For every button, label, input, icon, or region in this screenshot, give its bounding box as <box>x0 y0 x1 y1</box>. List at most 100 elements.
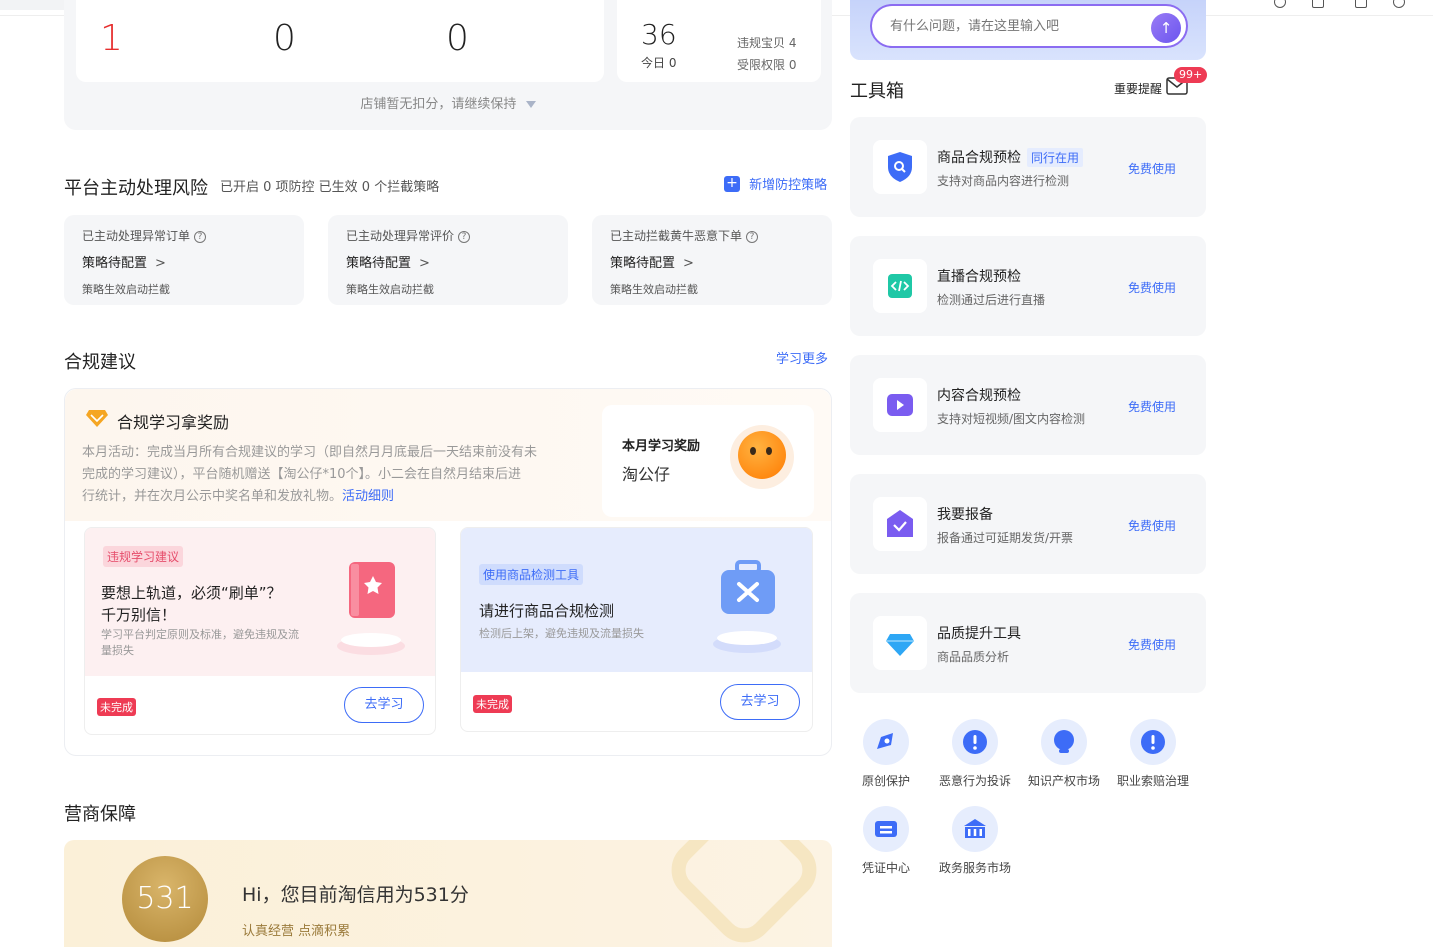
free-use-link[interactable]: 免费使用 <box>1128 398 1176 415</box>
learn-more-link[interactable]: 学习更多 <box>776 348 828 367</box>
diamond-reward-icon <box>85 408 109 432</box>
violation-learning-card[interactable]: 违规学习建议 要想上轨道，必须“刷单”？ 千万别信！ 学习平台判定原则及标准，避… <box>84 527 436 735</box>
tool-content-precheck[interactable]: 内容合规预检 支持对短视频/图文内容检测 免费使用 <box>850 355 1206 455</box>
tool-desc: 检测通过后进行直播 <box>937 293 1046 307</box>
tool-product-precheck[interactable]: 商品合规预检 同行在用 支持对商品内容进行检测 免费使用 <box>850 117 1206 217</box>
plus-icon: + <box>724 175 740 192</box>
quick-link-gov-service[interactable]: 政务服务市场 <box>930 806 1020 876</box>
add-strategy-label: 新增防控策略 <box>749 178 828 193</box>
quick-link-label: 凭证中心 <box>861 861 910 875</box>
card-title-line: 千万别信！ <box>101 606 177 624</box>
peer-using-tag: 同行在用 <box>1027 148 1084 167</box>
quick-link-label: 恶意行为投诉 <box>938 774 1011 788</box>
quick-link-label: 原创保护 <box>861 774 910 788</box>
question-icon[interactable]: ? <box>458 230 471 243</box>
add-strategy-button[interactable]: + 新增防控策略 <box>724 173 827 193</box>
quick-link-label: 职业索赔治理 <box>1116 774 1189 788</box>
credit-score-banner[interactable]: 531 Hi，您目前淘信用为531分 认真经营 点滴积累 <box>64 840 832 947</box>
quick-link-original-protection[interactable]: 原创保护 <box>841 719 931 789</box>
free-use-link[interactable]: 免费使用 <box>1128 517 1176 534</box>
toolbox-title: 工具箱 <box>850 81 904 102</box>
risk-card-note: 策略生效启动拦截 <box>82 283 170 296</box>
chevron-down-icon <box>525 101 536 108</box>
reward-desc-line: 行统计，并在次月公示中奖名单和发放礼物。 <box>82 489 343 504</box>
diamond-icon <box>873 616 927 670</box>
quick-link-label: 政务服务市场 <box>938 861 1011 875</box>
card-title: 请进行商品合规检测 <box>479 602 615 620</box>
pen-icon <box>863 719 909 765</box>
platform-risk-summary: 已开启 0 项防控 已生效 0 个拦截策略 <box>220 180 440 195</box>
quick-link-label: 知识产权市场 <box>1027 774 1100 788</box>
risk-card-note: 策略生效启动拦截 <box>346 283 434 296</box>
question-icon[interactable]: ? <box>194 230 207 243</box>
product-check-card[interactable]: 使用商品检测工具 请进行商品合规检测 检测后上架，避免违规及流量损失 未完成 去… <box>460 527 813 732</box>
deduct-note-text: 店铺暂无扣分，请继续保持 <box>360 97 517 112</box>
free-use-link[interactable]: 免费使用 <box>1128 160 1176 177</box>
incomplete-badge: 未完成 <box>473 695 512 713</box>
tool-live-precheck[interactable]: 直播合规预检 检测通过后进行直播 免费使用 <box>850 236 1206 336</box>
credit-greeting: Hi，您目前淘信用为531分 <box>242 884 469 906</box>
risk-card-status: 策略待配置 <box>610 256 676 271</box>
question-icon[interactable]: ? <box>746 230 759 243</box>
incomplete-badge: 未完成 <box>97 698 136 716</box>
credit-score: 531 <box>122 856 208 942</box>
taobao-doll-icon <box>730 425 794 489</box>
violation-items: 违规宝贝 4 <box>737 36 797 50</box>
monthly-reward-value: 淘公仔 <box>622 465 671 484</box>
reward-description: 本月活动：完成当月所有合规建议的学习（即自然月月底最后一天结束前没有未 完成的学… <box>82 442 592 508</box>
document-icon[interactable] <box>1312 0 1324 8</box>
risk-card-orders[interactable]: 已主动处理异常订单? 策略待配置 > 策略生效启动拦截 <box>64 215 304 305</box>
user-icon[interactable] <box>1393 0 1405 8</box>
activity-rules-link[interactable]: 活动细则 <box>342 489 394 504</box>
risk-card-note: 策略生效启动拦截 <box>610 283 698 296</box>
tool-report[interactable]: 我要报备 报备通过可延期发货/开票 免费使用 <box>850 474 1206 574</box>
tool-name: 内容合规预检 <box>937 388 1021 404</box>
government-building-icon <box>952 806 998 852</box>
go-learn-button[interactable]: 去学习 <box>720 684 800 720</box>
check-house-icon <box>873 497 927 551</box>
quick-link-malicious-complaint[interactable]: 恶意行为投诉 <box>930 719 1020 789</box>
assistant-input[interactable] <box>870 4 1188 48</box>
guarantee-title: 营商保障 <box>64 804 136 825</box>
quick-link-ip-market[interactable]: 知识产权市场 <box>1019 719 1109 789</box>
important-reminder[interactable]: 重要提醒 <box>1114 80 1162 97</box>
chevron-right-icon: > <box>419 256 430 271</box>
tool-desc: 支持对商品内容进行检测 <box>937 174 1070 188</box>
tool-desc: 支持对短视频/图文内容检测 <box>937 412 1086 426</box>
help-icon[interactable] <box>1274 0 1286 8</box>
quick-link-voucher-center[interactable]: 凭证中心 <box>841 806 931 876</box>
stat-value-3: 0 <box>446 18 469 59</box>
quick-link-claim-governance[interactable]: 职业索赔治理 <box>1108 719 1198 789</box>
deduct-note[interactable]: 店铺暂无扣分，请继续保持 <box>64 93 832 112</box>
go-learn-button[interactable]: 去学习 <box>344 687 424 723</box>
shield-search-icon <box>873 140 927 194</box>
notification-badge: 99+ <box>1174 67 1208 83</box>
risk-card-title: 已主动处理异常评价 <box>346 229 455 243</box>
risk-card-reviews[interactable]: 已主动处理异常评价? 策略待配置 > 策略生效启动拦截 <box>328 215 568 305</box>
card-desc: 学习平台判定原则及标准，避免违规及流 量损失 <box>101 627 299 659</box>
credit-slogan: 认真经营 点滴积累 <box>242 924 351 939</box>
monthly-reward-box: 本月学习奖励 淘公仔 <box>602 405 814 517</box>
card-desc: 检测后上架，避免违规及流量损失 <box>479 627 644 640</box>
chevron-right-icon: > <box>683 256 694 271</box>
card-desc-line: 量损失 <box>101 644 134 657</box>
free-use-link[interactable]: 免费使用 <box>1128 279 1176 296</box>
violation-summary-box[interactable]: 36 今日 0 违规宝贝 4 受限权限 0 <box>617 0 821 82</box>
bulb-icon <box>1041 719 1087 765</box>
risk-card-scalpers[interactable]: 已主动拦截黄牛恶意下单? 策略待配置 > 策略生效启动拦截 <box>592 215 832 305</box>
card-title: 要想上轨道，必须“刷单”？ 千万别信！ <box>101 582 282 626</box>
bell-icon[interactable] <box>1355 0 1367 8</box>
tool-name: 我要报备 <box>937 507 993 523</box>
tool-name: 直播合规预检 <box>937 269 1021 285</box>
tool-desc: 报备通过可延期发货/开票 <box>937 531 1074 545</box>
tool-desc: 商品品质分析 <box>937 650 1010 664</box>
tool-quality[interactable]: 品质提升工具 商品品质分析 免费使用 <box>850 593 1206 693</box>
video-icon <box>873 378 927 432</box>
card-tag: 违规学习建议 <box>103 546 184 567</box>
credit-watermark-icon <box>659 840 829 947</box>
compliance-title: 合规建议 <box>64 352 136 373</box>
violation-count: 36 <box>641 18 677 51</box>
send-arrow-icon[interactable]: ↑ <box>1151 13 1181 43</box>
free-use-link[interactable]: 免费使用 <box>1128 636 1176 653</box>
today-count: 今日 0 <box>641 56 677 70</box>
